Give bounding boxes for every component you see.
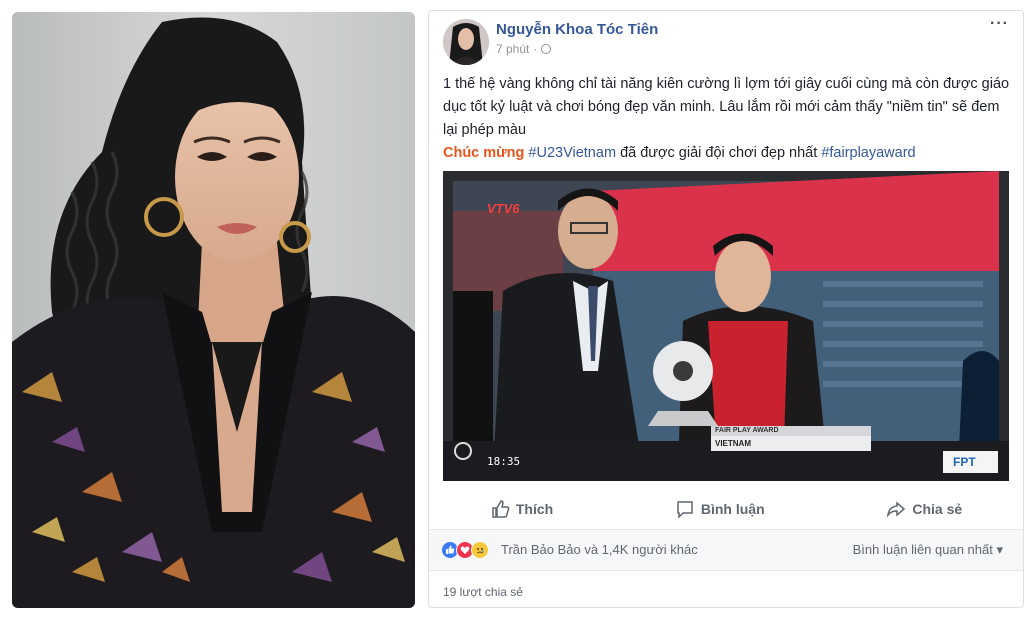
action-bar: Thích Bình luận Chia sẻ: [429, 489, 1023, 530]
post-meta: 7 phút ·: [496, 42, 552, 56]
share-icon: [887, 501, 906, 518]
share-label: Chia sẻ: [912, 501, 963, 517]
like-icon: [492, 500, 510, 518]
comment-icon: [677, 501, 693, 519]
channel-logo: VTV6: [487, 201, 520, 216]
congrats-text: Chúc mừng: [443, 145, 525, 161]
sad-reaction-icon: [471, 541, 489, 559]
share-button[interactable]: Chia sẻ: [886, 499, 962, 519]
award-team: VIETNAM: [715, 439, 751, 448]
post-photo[interactable]: VTV6 18:35 FAIR PLAY AWARD VIETNAM FPT: [443, 171, 1009, 481]
author-avatar[interactable]: [443, 19, 489, 65]
more-icon[interactable]: ···: [990, 15, 1009, 33]
sponsor-logo: FPT: [953, 455, 976, 469]
award-title: FAIR PLAY AWARD: [715, 427, 779, 434]
comment-sort-dropdown[interactable]: Bình luận liên quan nhất ▾: [853, 542, 1003, 558]
globe-icon: [541, 44, 552, 54]
reaction-summary-text[interactable]: Trần Bảo Bảo và 1,4K người khác: [501, 542, 698, 557]
share-count[interactable]: 19 lượt chia sẻ: [443, 585, 523, 599]
post-mid-text: đã được giải đội chơi đẹp nhất: [620, 145, 818, 161]
portrait-image: [12, 12, 415, 608]
like-label: Thích: [515, 501, 554, 517]
facebook-post-card: Nguyễn Khoa Tóc Tiên 7 phút · ··· 1 thế …: [428, 10, 1024, 608]
comment-label: Bình luận: [700, 501, 765, 517]
reaction-icons[interactable]: [441, 541, 489, 559]
author-name[interactable]: Nguyễn Khoa Tóc Tiên: [496, 21, 658, 38]
hashtag-fairplayaward[interactable]: #fairplayaward: [821, 145, 915, 161]
broadcast-time: 18:35: [487, 455, 521, 468]
hashtag-u23vietnam[interactable]: #U23Vietnam: [528, 145, 616, 161]
reaction-summary-bar: Trần Bảo Bảo và 1,4K người khác Bình luậ…: [429, 530, 1023, 571]
post-text: 1 thế hệ vàng không chỉ tài năng kiên cư…: [443, 73, 1013, 165]
post-time[interactable]: 7 phút: [496, 42, 529, 56]
comment-button[interactable]: Bình luận: [675, 499, 765, 519]
post-body: 1 thế hệ vàng không chỉ tài năng kiên cư…: [443, 76, 1010, 138]
meta-separator: ·: [533, 42, 538, 56]
like-button[interactable]: Thích: [490, 499, 553, 519]
